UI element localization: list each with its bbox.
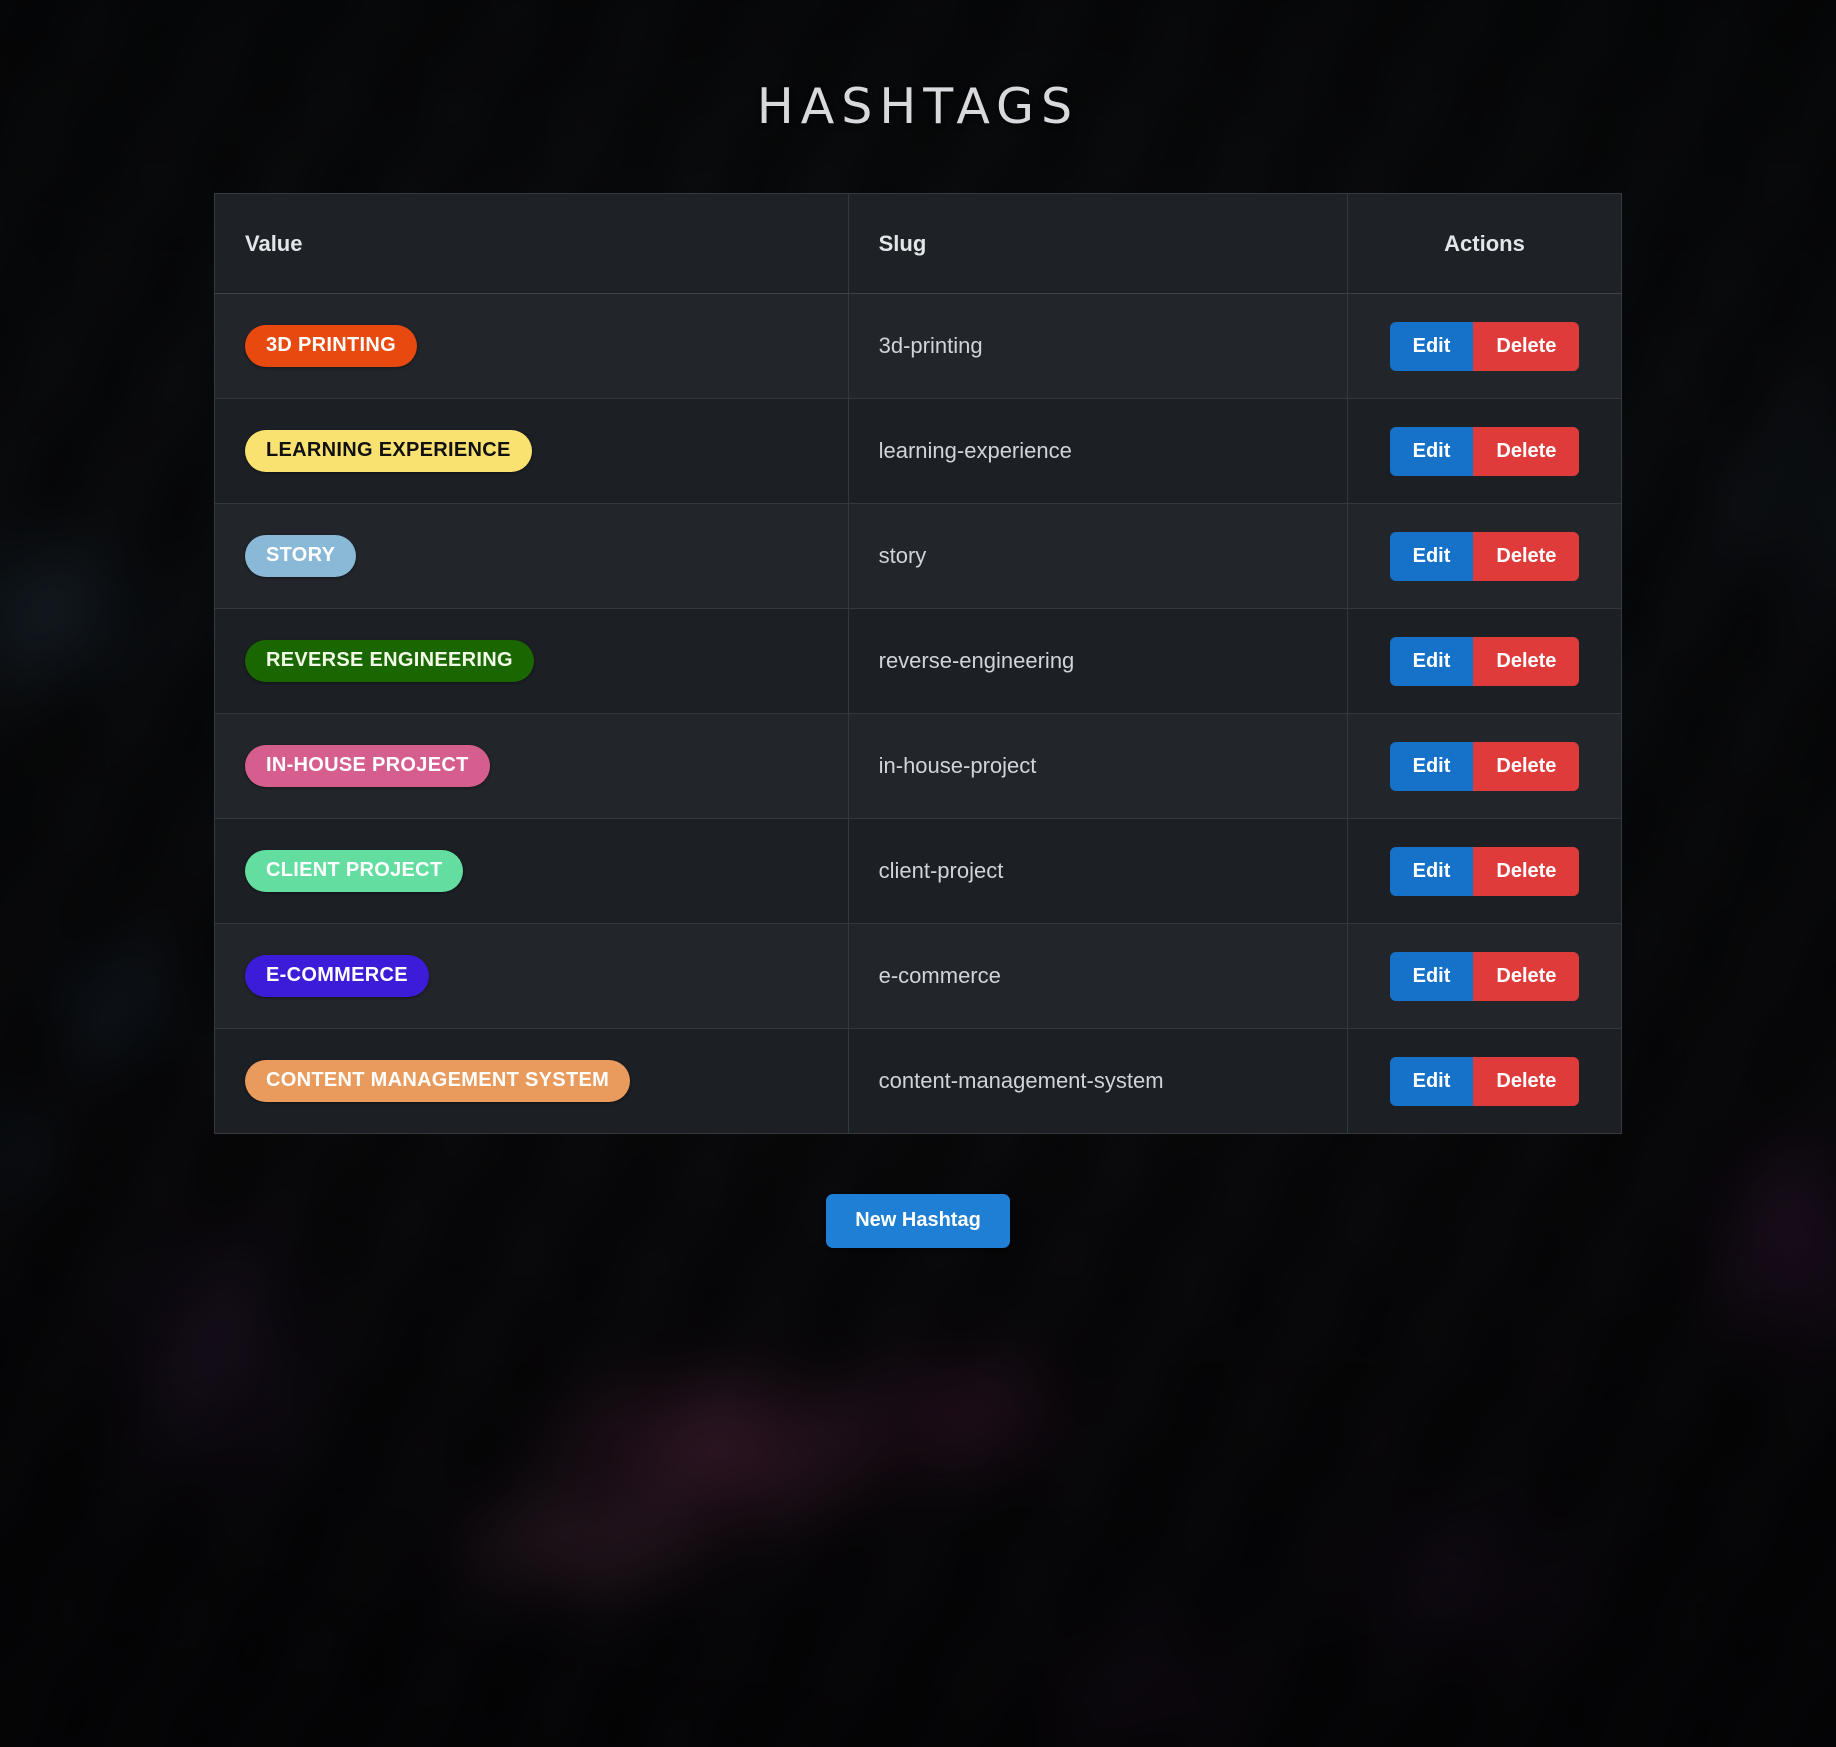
row-action-button-group: Edit Delete [1389,1056,1580,1106]
delete-button[interactable]: Delete [1473,846,1580,896]
hashtag-badge: 3D PRINTING [245,325,417,367]
edit-button[interactable]: Edit [1389,426,1474,476]
edit-button[interactable]: Edit [1389,321,1474,371]
cell-slug: reverse-engineering [848,608,1349,714]
row-action-button-group: Edit Delete [1389,531,1580,581]
cell-actions: Edit Delete [1347,923,1622,1029]
cell-value: CLIENT PROJECT [214,818,849,924]
table-row: CONTENT MANAGEMENT SYSTEM content-managem… [214,1028,1622,1134]
cell-slug: content-management-system [848,1028,1349,1134]
delete-button[interactable]: Delete [1473,426,1580,476]
cell-actions: Edit Delete [1348,1029,1622,1134]
table-body: 3D PRINTING 3d-printing Edit Delete LEARNING… [214,293,1622,1134]
hashtag-badge: E-COMMERCE [245,955,429,997]
row-action-button-group: Edit Delete [1389,951,1580,1001]
table-header-row: Value Slug Actions [214,193,1622,294]
cell-actions: Edit Delete [1347,608,1622,714]
delete-button[interactable]: Delete [1473,636,1580,686]
cell-value: E-COMMERCE [214,923,849,1029]
table-row: REVERSE ENGINEERING reverse-engineering Ed… [214,608,1622,714]
delete-button[interactable]: Delete [1473,321,1580,371]
edit-button[interactable]: Edit [1389,846,1474,896]
hashtags-table-container: Value Slug Actions 3D PRINTING 3d-printin… [214,193,1622,1134]
table-row: IN-HOUSE PROJECT in-house-project Edit Dele… [214,713,1622,819]
hashtag-badge: REVERSE ENGINEERING [245,640,534,682]
cell-slug: learning-experience [848,398,1349,504]
table-row: E-COMMERCE e-commerce Edit Delete [214,923,1622,1029]
table-row: LEARNING EXPERIENCE learning-experience Ed… [214,398,1622,504]
hashtag-badge: STORY [245,535,357,577]
hashtags-table: Value Slug Actions 3D PRINTING 3d-printin… [214,193,1622,1134]
cell-value: 3D PRINTING [214,293,849,399]
cell-slug: story [848,503,1349,609]
cell-actions: Edit Delete [1347,398,1622,504]
hashtag-badge: CONTENT MANAGEMENT SYSTEM [245,1060,631,1102]
cell-value: REVERSE ENGINEERING [214,608,849,714]
cell-slug: e-commerce [848,923,1349,1029]
cell-actions: Edit Delete [1347,713,1622,819]
row-action-button-group: Edit Delete [1389,426,1580,476]
column-header-slug: Slug [848,193,1349,294]
row-action-button-group: Edit Delete [1389,636,1580,686]
footer-actions: New Hashtag [214,1194,1622,1248]
edit-button[interactable]: Edit [1389,1056,1474,1106]
delete-button[interactable]: Delete [1473,1056,1580,1106]
table-header: Value Slug Actions [214,193,1622,294]
delete-button[interactable]: Delete [1473,951,1580,1001]
page-title: HASHTAGS [756,78,1080,135]
table-row: 3D PRINTING 3d-printing Edit Delete [214,293,1622,399]
delete-button[interactable]: Delete [1473,531,1580,581]
cell-value: LEARNING EXPERIENCE [214,398,849,504]
cell-value: IN-HOUSE PROJECT [214,713,849,819]
cell-slug: client-project [848,818,1349,924]
hashtag-badge: CLIENT PROJECT [245,850,464,892]
cell-actions: Edit Delete [1347,503,1622,609]
cell-slug: in-house-project [848,713,1349,819]
column-header-actions: Actions [1347,193,1622,294]
row-action-button-group: Edit Delete [1389,321,1580,371]
hashtag-badge: LEARNING EXPERIENCE [245,430,532,472]
cell-actions: Edit Delete [1347,818,1622,924]
edit-button[interactable]: Edit [1389,531,1474,581]
table-row: STORY story Edit Delete [214,503,1622,609]
delete-button[interactable]: Delete [1473,741,1580,791]
edit-button[interactable]: Edit [1389,951,1474,1001]
cell-value: STORY [214,503,849,609]
hashtag-badge: IN-HOUSE PROJECT [245,745,490,787]
row-action-button-group: Edit Delete [1389,846,1580,896]
cell-slug: 3d-printing [848,293,1349,399]
column-header-value: Value [214,193,849,294]
edit-button[interactable]: Edit [1389,741,1474,791]
cell-actions: Edit Delete [1347,293,1622,399]
new-hashtag-button[interactable]: New Hashtag [826,1194,1010,1248]
row-action-button-group: Edit Delete [1389,741,1580,791]
cell-value: CONTENT MANAGEMENT SYSTEM [214,1028,849,1134]
page-container: HASHTAGS Value Slug Actions 3D PRINTING 3… [0,0,1836,1747]
table-row: CLIENT PROJECT client-project Edit Delete [214,818,1622,924]
edit-button[interactable]: Edit [1389,636,1474,686]
